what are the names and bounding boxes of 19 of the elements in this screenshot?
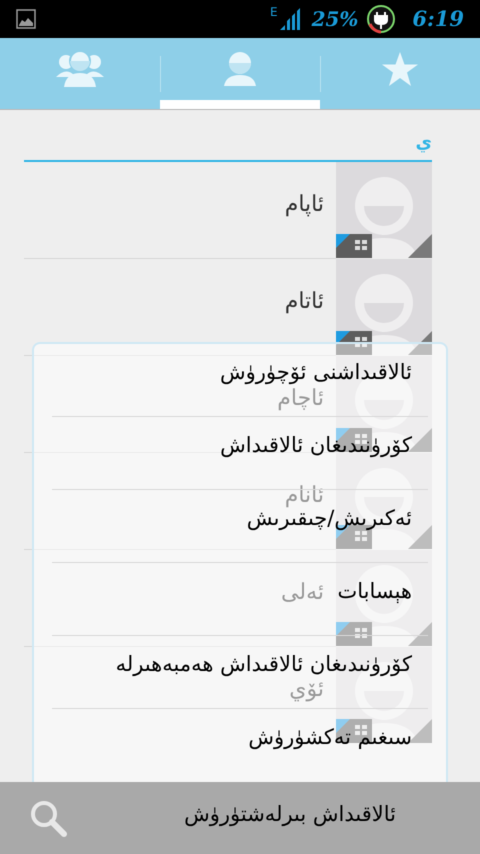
battery-level: 25% [312,6,358,33]
star-icon [382,52,418,86]
menu-item[interactable]: ئالاقىداشنى ئۆچۈرۈش [220,358,412,386]
group-icon [56,51,104,87]
charging-icon [366,4,396,34]
search-icon[interactable] [28,798,68,838]
contact-name[interactable]: ئاپام [284,188,324,232]
avatar-icon [336,162,432,258]
contact-name[interactable]: ئاتام [284,284,324,330]
menu-item[interactable]: سىغىم تەكشۈرۈش [248,724,412,751]
avatar-icon [336,259,432,355]
signal-icon [280,8,300,30]
menu-item[interactable]: ئالاقىداش بىرلەشتۈرۈش [184,800,396,828]
clock: 6:19 [412,5,464,34]
picture-notification-icon [16,9,36,29]
person-icon [224,52,256,86]
section-header: ي [416,131,432,155]
menu-item[interactable]: كۆرۈنىدىغان ئالاقىداش [220,432,412,458]
network-type-label: E [270,6,278,18]
